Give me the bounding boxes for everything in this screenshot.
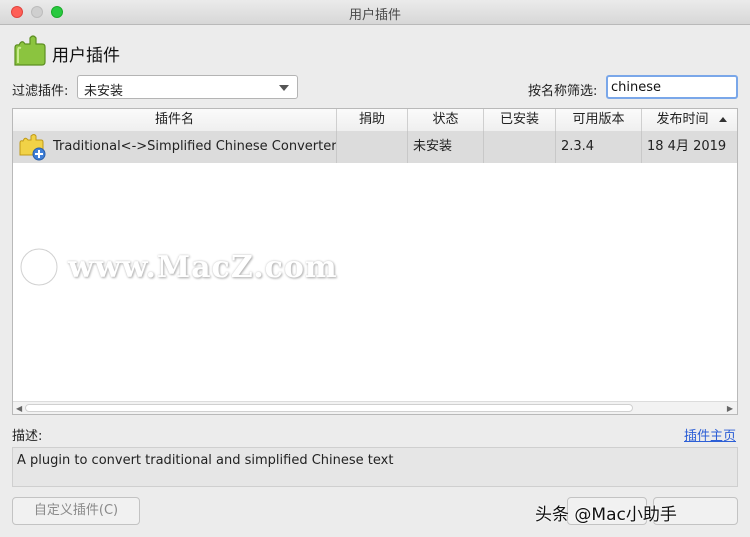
cell-status: 未安装 [408,131,484,163]
cell-available-version: 2.3.4 [556,131,642,163]
cell-installed [484,131,556,163]
scroll-left-icon[interactable]: ◀ [16,404,22,413]
watermark-text: www.MacZ.com [68,250,338,285]
scrollbar-thumb[interactable] [25,404,633,412]
plugin-name-text: Traditional<->Simplified Chinese Convert… [53,139,337,154]
column-header-plugin-name[interactable]: 插件名 [13,109,337,131]
title-bar: 用户插件 [0,0,750,25]
column-header-released[interactable]: 发布时间 [642,109,737,131]
column-header-donate[interactable]: 捐助 [337,109,408,131]
table-row[interactable]: Traditional<->Simplified Chinese Convert… [13,131,737,163]
name-filter-label: 按名称筛选: [528,84,598,99]
cell-donate [337,131,408,163]
column-header-installed[interactable]: 已安装 [484,109,556,131]
filter-selected-value: 未安装 [84,84,124,99]
description-label: 描述: [12,429,43,444]
window-title: 用户插件 [348,8,401,23]
scroll-right-icon[interactable]: ▶ [727,404,733,413]
cell-plugin-name: Traditional<->Simplified Chinese Convert… [13,131,337,163]
column-header-status[interactable]: 状态 [408,109,484,131]
page-title: 用户插件 [52,46,120,66]
horizontal-scrollbar[interactable]: ◀ ▶ [13,401,737,414]
column-header-available-version[interactable]: 可用版本 [556,109,642,131]
filter-plugins-select[interactable]: 未安装 [77,75,298,99]
custom-plugin-button[interactable]: 自定义插件(C) [12,497,140,525]
macz-logo-icon [19,247,59,287]
cell-released: 18 4月 2019 [647,139,727,154]
chevron-down-icon [279,85,289,91]
plugin-install-icon [19,134,46,161]
table-header: 插件名 捐助 状态 已安装 可用版本 发布时间 [13,109,737,132]
filter-plugins-label: 过滤插件: [12,84,69,99]
column-header-released-label: 发布时间 [656,112,709,127]
puzzle-plugin-icon [14,35,46,66]
sort-ascending-icon [719,117,727,122]
user-plugins-window: 用户插件 用户插件 过滤插件: 未安装 按名称筛选: 插件名 捐助 状态 已安装… [0,0,750,537]
description-text: A plugin to convert traditional and simp… [12,447,738,487]
brand-overlay-text: 头条 @Mac小助手 [535,505,677,525]
name-filter-input[interactable] [606,75,738,99]
plugin-homepage-link[interactable]: 插件主页 [684,425,736,444]
